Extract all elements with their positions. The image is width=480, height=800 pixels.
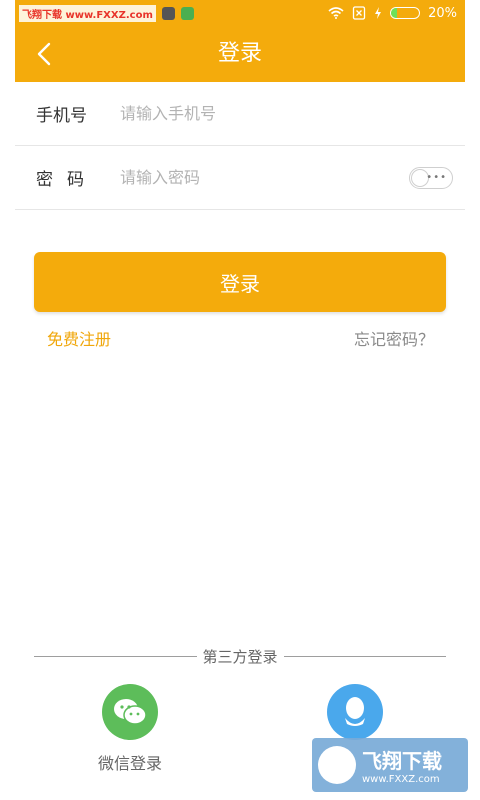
phone-label: 手机号 [36, 106, 87, 126]
register-link[interactable]: 免费注册 [47, 326, 111, 350]
watermark-badge: 飞翔下载 www.FXXZ.com [312, 738, 468, 792]
divider-line [34, 655, 197, 657]
charging-icon [375, 7, 382, 19]
password-label: 密码 [36, 170, 98, 190]
third-party-title: 第三方登录 [202, 647, 278, 666]
qq-login-button[interactable] [295, 684, 415, 740]
wechat-login-label: 微信登录 [97, 754, 162, 773]
status-bar-right: 20% [328, 6, 457, 21]
battery-percent: 20% [428, 5, 457, 21]
watermark-brand: 飞翔下载 [362, 749, 442, 773]
phone-input[interactable] [120, 104, 465, 123]
divider-line [283, 655, 447, 657]
password-input[interactable] [120, 168, 409, 187]
app-notification-icon [161, 6, 175, 20]
battery-fill [391, 8, 397, 18]
wifi-icon [328, 7, 344, 19]
forgot-password-link[interactable]: 忘记密码？ [354, 326, 434, 350]
chevron-left-icon [37, 42, 51, 66]
no-sim-icon [352, 6, 366, 20]
watermark-logo-icon [318, 746, 356, 784]
wechat-login-button[interactable]: 微信登录 [70, 684, 190, 774]
page-title: 登录 [217, 41, 262, 66]
battery-icon [390, 7, 421, 19]
status-bar: 飞翔下载 www.FXXZ.com 20% [15, 0, 465, 26]
qq-icon [327, 684, 383, 740]
watermark-url: www.FXXZ.com [362, 774, 440, 785]
phone-row: 手机号 [15, 82, 465, 146]
android-notification-icon [180, 6, 194, 20]
back-button[interactable] [29, 38, 59, 70]
wechat-icon [102, 684, 158, 740]
third-party-divider: 第三方登录 [34, 644, 447, 668]
password-row: 密码 ••• [15, 146, 465, 210]
status-bar-left: 飞翔下载 www.FXXZ.com [19, 4, 194, 22]
login-button[interactable]: 登录 [34, 252, 446, 312]
password-visibility-toggle[interactable]: ••• [409, 166, 453, 189]
app-bar: 登录 [15, 26, 465, 82]
watermark-text: 飞翔下载 www.FXXZ.com [19, 4, 156, 22]
toggle-dots-icon: ••• [426, 171, 447, 183]
